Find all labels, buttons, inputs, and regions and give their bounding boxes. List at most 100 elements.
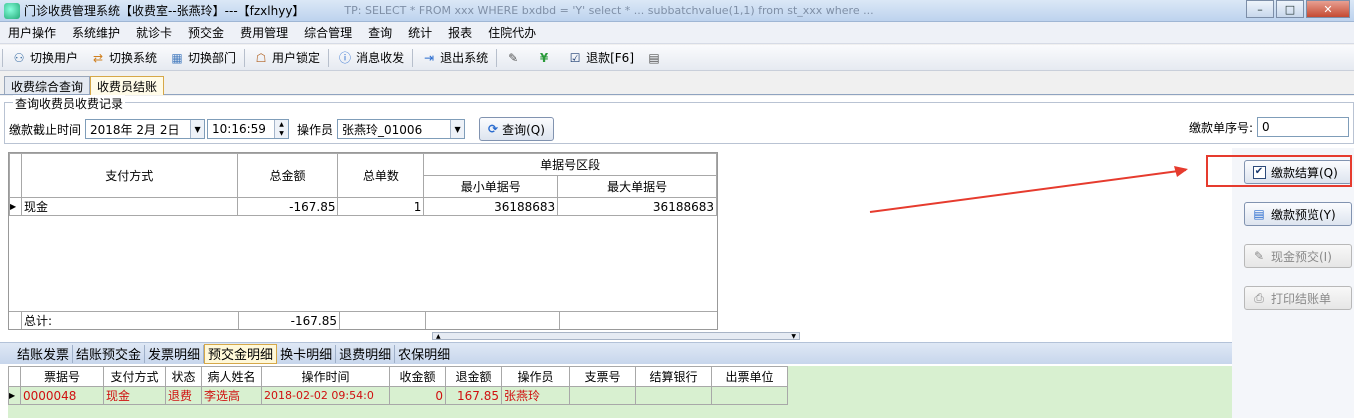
print-settlement-button[interactable]: ⎙ 打印结账单 [1244,286,1352,310]
lock-user-button[interactable]: ☖ 用户锁定 [247,47,326,69]
table-row[interactable]: ▶ 0000048 现金 退费 李选高 2018-02-02 09:54:0 0… [8,386,788,405]
serial-row: 缴款单序号: 0 [1189,117,1349,137]
date-value: 2018年 2月 2日 [90,122,180,137]
tab-fee-query[interactable]: 收费综合查询 [4,76,91,94]
col-total-count: 总单数 [337,153,425,198]
cell-operator[interactable]: 张燕玲 [501,386,570,405]
cell-issuer[interactable] [711,386,788,405]
refund-button[interactable]: ☑ 退款[F6] [561,47,640,69]
col-settle-bank: 结算银行 [635,366,712,387]
tab-card-change-details[interactable]: 换卡明细 [277,344,337,363]
cell-settle-bank[interactable] [635,386,712,405]
menu-user-ops[interactable]: 用户操作 [0,24,64,41]
menu-prepayment[interactable]: 预交金 [180,24,232,41]
cell-received-amount[interactable]: 0 [389,386,446,405]
bottom-tab-strip: 结账发票 结账预交金 发票明细 预交金明细 换卡明细 退费明细 农保明细 [0,342,1232,364]
messages-label: 消息收发 [356,51,405,65]
cell-status[interactable]: 退费 [165,386,202,405]
cell-pay-method[interactable]: 现金 [103,386,166,405]
cell-pay-method[interactable]: 现金 [20,197,238,216]
switch-department-button[interactable]: ▦ 切换部门 [163,47,242,69]
switch-system-button[interactable]: ⇄ 切换系统 [84,47,163,69]
menu-general-management[interactable]: 综合管理 [296,24,360,41]
operator-select[interactable]: 张燕玲_01006 ▼ [337,119,466,139]
menu-query[interactable]: 查询 [360,24,400,41]
spin-arrows-icon[interactable]: ▲ ▼ [274,120,289,138]
annotation-arrow-icon [869,166,1188,213]
printer-icon: ⎙ [1254,290,1264,305]
cell-max-no[interactable]: 36188683 [557,197,717,216]
tab-settlement-prepayment[interactable]: 结账预交金 [73,344,146,363]
payment-preview-button[interactable]: ▤ 缴款预览(Y) [1244,202,1352,226]
checkbox-icon: ☑ [569,50,581,65]
tab-invoice-details[interactable]: 发票明细 [145,344,205,363]
menu-reports[interactable]: 报表 [440,24,480,41]
total-empty-1 [340,312,426,329]
cell-min-no[interactable]: 36188683 [423,197,559,216]
maximize-button[interactable]: □ [1276,0,1304,18]
tab-rural-insurance-details[interactable]: 农保明细 [395,345,453,363]
title-bar: 门诊收费管理系统【收费室--张燕玲】---【fzxlhyy】 TP: SELEC… [0,0,1354,22]
top-tab-strip: 收费综合查询 收费员结账 [0,75,1354,95]
tab-settlement-invoices[interactable]: 结账发票 [14,344,74,363]
tab-cashier-settlement[interactable]: 收费员结账 [90,76,165,95]
toolbar-separator [412,48,414,67]
edit-tool-button[interactable]: ✎ [499,47,530,69]
detail-grid: 票据号 支付方式 状态 病人姓名 操作时间 收金额 退金额 操作员 支票号 结算… [8,366,1232,418]
col-operator: 操作员 [501,366,570,387]
switch-system-icon: ⇄ [92,50,104,65]
menu-visit-card[interactable]: 就诊卡 [128,24,180,41]
col-patient-name: 病人姓名 [201,366,262,387]
menu-statistics[interactable]: 统计 [400,24,440,41]
cell-operate-time[interactable]: 2018-02-02 09:54:0 [261,386,390,405]
operator-value: 张燕玲_01006 [342,122,423,137]
toolbar-grip [2,48,3,67]
cell-total-count[interactable]: 1 [337,197,425,216]
cell-refund-amount[interactable]: 167.85 [445,386,502,405]
summary-total-row: 总计: -167.85 [9,311,717,329]
minimize-button[interactable]: – [1246,0,1274,18]
total-amount: -167.85 [239,312,340,329]
col-min-no: 最小单据号 [423,175,559,198]
exit-system-button[interactable]: ⇥ 退出系统 [415,47,494,69]
cell-ticket-no[interactable]: 0000048 [20,386,104,405]
splitter-right-arrow-icon: ▼ [791,332,796,340]
cell-total-amount[interactable]: -167.85 [236,197,339,216]
preview-icon: ▤ [1253,207,1265,221]
cell-patient-name[interactable]: 李选高 [201,386,262,405]
table-row[interactable]: ▶ 现金 -167.85 1 36188683 36188683 [9,197,717,216]
toolbar: ⚇ 切换用户 ⇄ 切换系统 ▦ 切换部门 ☖ 用户锁定 ⓘ 消息收发 ⇥ 退出系… [0,45,1354,71]
col-ticket-no: 票据号 [20,366,104,387]
detail-table: 票据号 支付方式 状态 病人姓名 操作时间 收金额 退金额 操作员 支票号 结算… [8,366,788,405]
pencil-icon: ✎ [508,50,519,65]
time-picker[interactable]: 10:16:59 ▲ ▼ [207,119,290,139]
window-tool-button[interactable]: ▤ [640,47,671,69]
tab-refund-details[interactable]: 退费明细 [336,344,396,363]
messages-button[interactable]: ⓘ 消息收发 [331,47,410,69]
currency-tool-button[interactable]: ¥ [530,47,561,69]
query-group: 查询收费员收费记录 缴款截止时间 2018年 2月 2日 ▼ 10:16:59 … [4,95,1354,144]
close-button[interactable]: ✕ [1306,0,1350,18]
chevron-down-icon[interactable]: ▼ [450,120,465,138]
splitter-left-arrow-icon: ▲ [436,332,441,340]
time-value: 10:16:59 [212,122,266,136]
menu-fee-management[interactable]: 费用管理 [232,24,296,41]
menu-system-maintenance[interactable]: 系统维护 [64,24,128,41]
query-button[interactable]: ⟳ 查询(Q) [479,117,554,141]
date-picker[interactable]: 2018年 2月 2日 ▼ [85,119,206,139]
cell-check-no[interactable] [569,386,636,405]
pencil-icon: ✎ [1253,249,1265,263]
info-icon: ⓘ [339,51,352,65]
menu-inpatient-agency[interactable]: 住院代办 [480,24,544,41]
tab-prepayment-details[interactable]: 预交金明细 [204,343,278,364]
summary-table: 支付方式 总金额 总单数 单据号区段 最小单据号 最大单据号 ▶ 现金 -167… [9,153,717,216]
splitter-handle[interactable]: ▲ ▼ [432,332,800,340]
cash-prepay-button[interactable]: ✎ 现金预交(I) [1244,244,1352,268]
serial-input[interactable]: 0 [1257,117,1349,137]
chevron-down-icon[interactable]: ▼ [190,120,205,138]
switch-user-button[interactable]: ⚇ 切换用户 [5,47,84,69]
total-empty-3 [560,312,717,329]
col-pay-method: 支付方式 [103,366,166,387]
yen-icon: ¥ [539,50,549,65]
deadline-label: 缴款截止时间 [9,122,82,137]
